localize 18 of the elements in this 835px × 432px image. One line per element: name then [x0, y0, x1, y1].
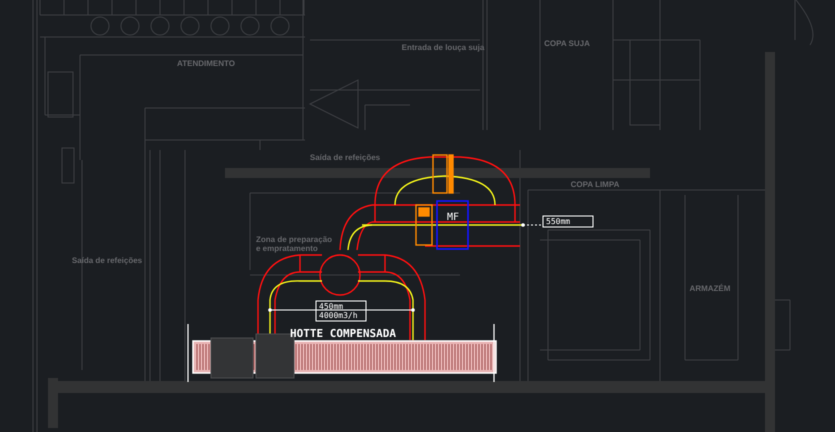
fan-box [436, 200, 469, 250]
room-label: COPA LIMPA [570, 180, 620, 189]
fan-label: MF [446, 212, 460, 223]
room-label: ARMAZÉM [690, 284, 730, 293]
room-label: COPA SUJA [544, 39, 590, 48]
tag-box [542, 216, 594, 228]
duct-tag: 450mm [319, 302, 344, 311]
tag-box [316, 300, 366, 322]
room-label: ATENDIMENTO [177, 59, 235, 68]
room-label: Saída de refeições [72, 256, 142, 265]
leader-line [521, 223, 544, 227]
room-label: Entrada de louça suja [402, 43, 484, 52]
duct-tag: 550mm [546, 217, 570, 226]
room-label: e empratamento [256, 244, 318, 253]
room-label: Saída de refeições [310, 153, 380, 162]
room-label: Zona de preparação [256, 235, 332, 244]
hood-label: HOTTE COMPENSADA [290, 327, 396, 340]
duct-tag: 4000m3/h [319, 311, 358, 320]
